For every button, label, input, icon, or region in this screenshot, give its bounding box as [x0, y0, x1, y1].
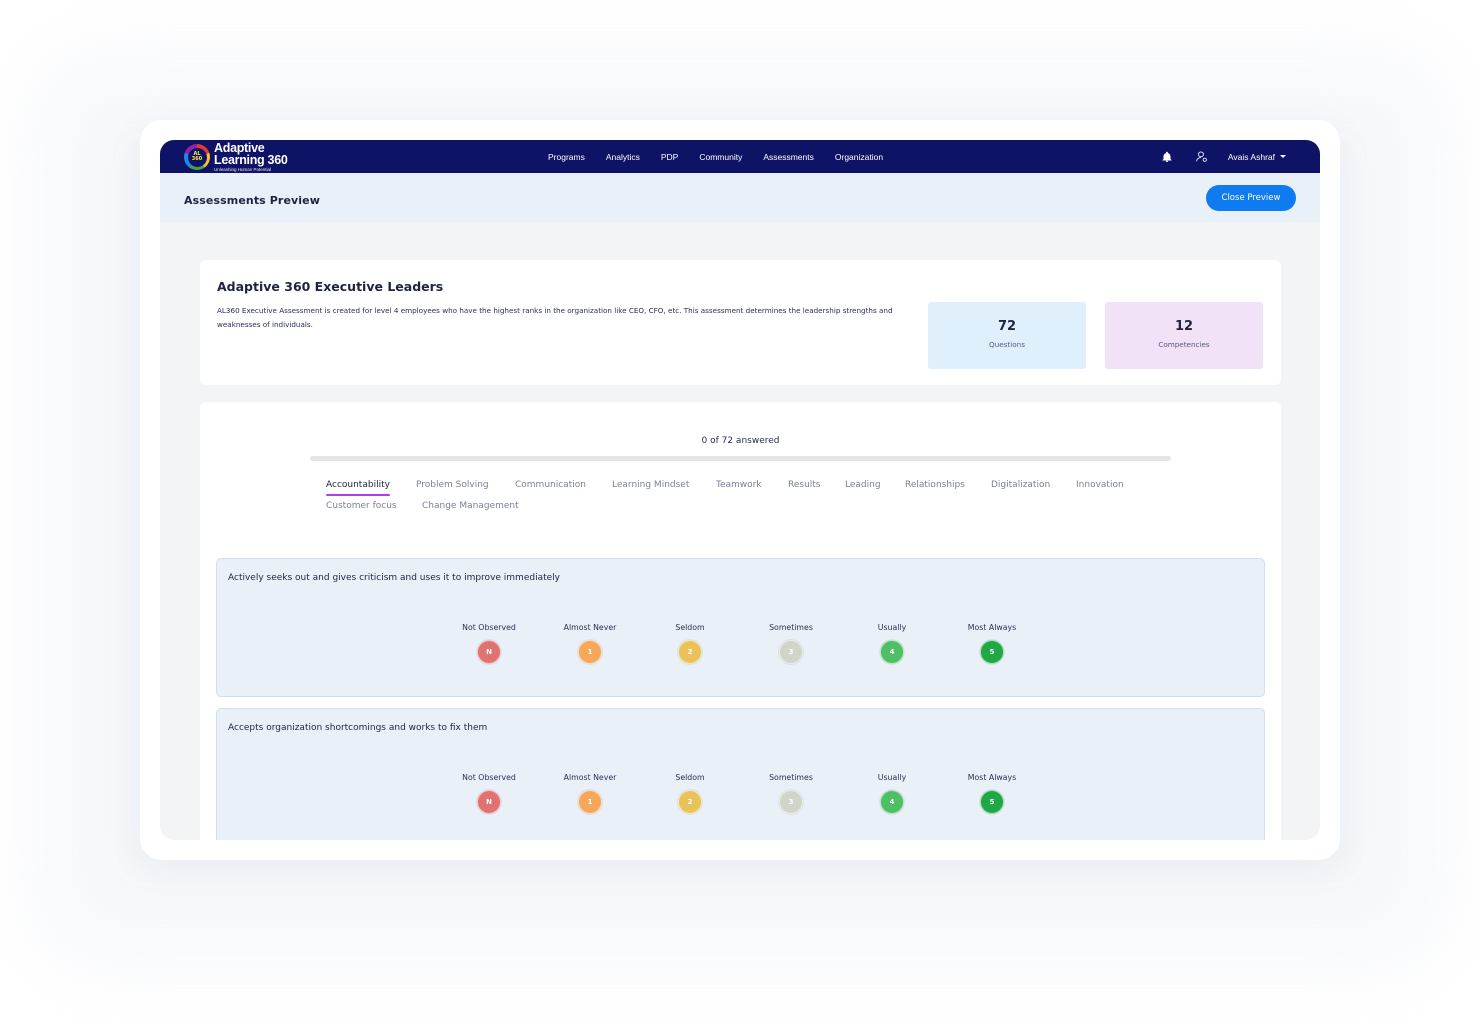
rating-label: Most Always	[967, 773, 1017, 782]
rating-option-seldom: Seldom 2	[660, 773, 720, 814]
rating-button-5[interactable]: 5	[980, 640, 1004, 664]
tab-customer-focus[interactable]: Customer focus	[326, 501, 397, 511]
tab-teamwork[interactable]: Teamwork	[716, 480, 762, 490]
logo-tagline: Unleashing Human Potential	[214, 166, 272, 172]
rating-option-most-always: Most Always 5	[962, 623, 1022, 664]
rating-label: Almost Never	[563, 773, 617, 782]
rating-button-3[interactable]: 3	[779, 640, 803, 664]
assessment-title: Adaptive 360 Executive Leaders	[217, 279, 444, 294]
nav-right: Avais Ashraf	[1161, 140, 1286, 173]
rating-label: Usually	[877, 623, 907, 632]
tab-problem-solving[interactable]: Problem Solving	[416, 480, 489, 490]
competencies-stat: 12 Competencies	[1105, 302, 1263, 369]
user-name: Avais Ashraf	[1227, 151, 1275, 162]
logo-mark-text: AL 360	[187, 147, 207, 167]
logo-mark-icon: AL 360	[184, 144, 210, 170]
tab-digitalization[interactable]: Digitalization	[991, 480, 1050, 490]
rating-label: Usually	[877, 773, 907, 782]
progress-bar	[310, 456, 1171, 461]
rating-label: Seldom	[675, 623, 705, 632]
nav-link-analytics[interactable]: Analytics	[606, 152, 640, 162]
rating-option-sometimes: Sometimes 3	[761, 773, 821, 814]
rating-label: Sometimes	[769, 773, 813, 782]
rating-button-5[interactable]: 5	[980, 790, 1004, 814]
rating-button-4[interactable]: 4	[880, 790, 904, 814]
competencies-label: Competencies	[1158, 340, 1210, 349]
tab-learning-mindset[interactable]: Learning Mindset	[612, 480, 689, 490]
rating-option-almost-never: Almost Never 1	[560, 623, 620, 664]
app-window: AL 360 Adaptive Learning 360 Unleashing …	[160, 140, 1320, 840]
rating-button-1[interactable]: 1	[578, 790, 602, 814]
tab-accountability[interactable]: Accountability	[326, 480, 390, 496]
logo-text: Adaptive Learning 360 Unleashing Human P…	[214, 142, 288, 173]
tab-leading[interactable]: Leading	[845, 480, 881, 490]
bell-icon[interactable]	[1161, 151, 1173, 163]
rating-label: Almost Never	[563, 623, 617, 632]
rating-option-not-observed: Not Observed N	[459, 773, 519, 814]
rating-button-1[interactable]: 1	[578, 640, 602, 664]
rating-label: Not Observed	[462, 773, 516, 782]
rating-button-n[interactable]: N	[477, 790, 501, 814]
nav-link-pdp[interactable]: PDP	[661, 152, 678, 162]
top-navbar: AL 360 Adaptive Learning 360 Unleashing …	[160, 140, 1320, 173]
nav-link-assessments[interactable]: Assessments	[763, 152, 814, 162]
tab-results[interactable]: Results	[788, 480, 821, 490]
rating-option-usually: Usually 4	[862, 623, 922, 664]
nav-links: Programs Analytics PDP Community Assessm…	[548, 140, 904, 173]
tab-change-management[interactable]: Change Management	[422, 501, 519, 511]
tab-innovation[interactable]: Innovation	[1076, 480, 1124, 490]
rating-option-sometimes: Sometimes 3	[761, 623, 821, 664]
nav-link-programs[interactable]: Programs	[548, 152, 585, 162]
rating-option-almost-never: Almost Never 1	[560, 773, 620, 814]
rating-button-4[interactable]: 4	[880, 640, 904, 664]
question-card: Accepts organization shortcomings and wo…	[216, 708, 1265, 840]
nav-link-organization[interactable]: Organization	[835, 152, 883, 162]
questions-card: 0 of 72 answered Accountability Problem …	[200, 402, 1281, 840]
rating-button-2[interactable]: 2	[678, 640, 702, 664]
rating-option-most-always: Most Always 5	[962, 773, 1022, 814]
question-text: Actively seeks out and gives criticism a…	[228, 573, 560, 583]
brand-logo[interactable]: AL 360 Adaptive Learning 360 Unleashing …	[184, 142, 288, 172]
rating-label: Seldom	[675, 773, 705, 782]
rating-label: Sometimes	[769, 623, 813, 632]
question-text: Accepts organization shortcomings and wo…	[228, 723, 488, 733]
competencies-count: 12	[1174, 319, 1194, 334]
page-title: Assessments Preview	[184, 194, 320, 207]
chevron-down-icon	[1280, 155, 1286, 158]
assessment-description: AL360 Executive Assessment is created fo…	[217, 306, 893, 329]
questions-count: 72	[997, 319, 1017, 334]
rating-label: Most Always	[967, 623, 1017, 632]
nav-link-community[interactable]: Community	[699, 152, 742, 162]
assessment-info-card: Adaptive 360 Executive Leaders AL360 Exe…	[200, 260, 1281, 385]
user-menu[interactable]: Avais Ashraf	[1228, 152, 1286, 162]
close-preview-button[interactable]: Close Preview	[1206, 185, 1296, 211]
rating-option-not-observed: Not Observed N	[459, 623, 519, 664]
tab-communication[interactable]: Communication	[515, 480, 586, 490]
questions-stat: 72 Questions	[928, 302, 1086, 369]
tab-relationships[interactable]: Relationships	[905, 480, 965, 490]
rating-option-usually: Usually 4	[862, 773, 922, 814]
answered-count: 0 of 72 answered	[701, 436, 780, 446]
rating-options: Not Observed N Almost Never 1 Seldom 2 S…	[459, 623, 1059, 673]
user-icon[interactable]	[1195, 150, 1208, 163]
rating-button-3[interactable]: 3	[779, 790, 803, 814]
rating-option-seldom: Seldom 2	[660, 623, 720, 664]
rating-options: Not Observed N Almost Never 1 Seldom 2 S…	[459, 773, 1059, 823]
rating-label: Not Observed	[462, 623, 516, 632]
rating-button-n[interactable]: N	[477, 640, 501, 664]
page-header: Assessments Preview Close Preview	[160, 173, 1320, 222]
question-card: Actively seeks out and gives criticism a…	[216, 558, 1265, 697]
logo-line-2: Learning 360	[214, 153, 288, 168]
questions-label: Questions	[989, 340, 1025, 349]
rating-button-2[interactable]: 2	[678, 790, 702, 814]
